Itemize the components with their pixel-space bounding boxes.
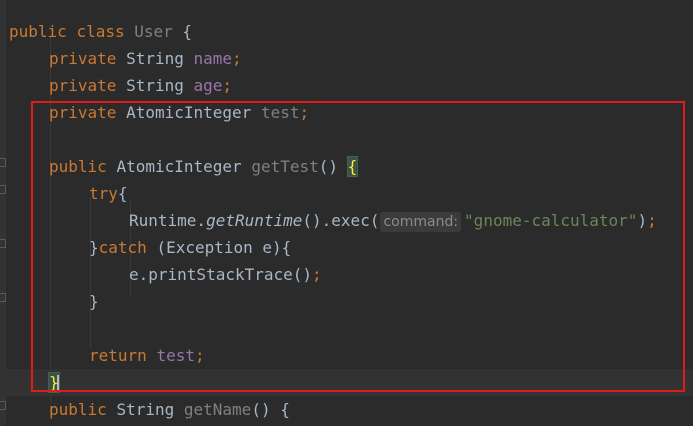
code-line[interactable]: public class User { xyxy=(0,18,693,45)
code-line[interactable]: Runtime.getRuntime().exec(command: "gnome… xyxy=(0,207,693,234)
code-line[interactable]: private String age; xyxy=(0,72,693,99)
code-line[interactable]: try{ xyxy=(0,180,693,207)
code-line[interactable]: public String getName() { xyxy=(0,396,693,423)
code-line[interactable]: private AtomicInteger test; xyxy=(0,99,693,126)
code-line[interactable]: private String name; xyxy=(0,45,693,72)
code-line[interactable]: }catch (Exception e){ xyxy=(0,234,693,261)
code-line[interactable]: e.printStackTrace(); xyxy=(0,261,693,288)
code-line[interactable]: } xyxy=(0,288,693,315)
code-editor[interactable]: public class User { private String name;… xyxy=(0,0,693,426)
current-code-line[interactable]: } xyxy=(0,369,693,396)
code-line[interactable]: public AtomicInteger getTest() { xyxy=(0,153,693,180)
matched-brace: { xyxy=(346,156,359,177)
code-line[interactable]: return test; xyxy=(0,342,693,369)
text-caret xyxy=(56,374,59,393)
parameter-hint: command: xyxy=(380,212,462,232)
